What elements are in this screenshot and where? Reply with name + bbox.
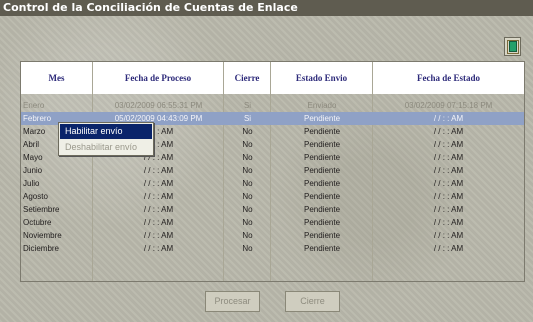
cell-estado-envio: Pendiente (303, 218, 341, 227)
cell-fecha-estado: / / : : AM (433, 179, 464, 188)
context-menu: Habilitar envío Deshabilitar envío (58, 122, 154, 156)
cell-fecha-proceso: / / : : AM (143, 231, 174, 240)
cell-fecha-proceso: 03/02/2009 06:55:31 PM (114, 101, 203, 110)
cell-fecha-estado: / / : : AM (433, 218, 464, 227)
cell-cierre: No (242, 218, 253, 227)
menu-item-deshabilitar-envio[interactable]: Deshabilitar envío (60, 140, 152, 155)
cell-fecha-proceso: / / : : AM (143, 166, 174, 175)
table-row[interactable]: Noviembre / / : : AM No Pendiente / / : … (21, 229, 524, 242)
reconciliation-table[interactable]: Mes Fecha de Proceso Cierre Estado Envio… (20, 61, 525, 282)
cell-mes: Agosto (23, 192, 48, 201)
column-header-estado-envio[interactable]: Estado Envio (271, 62, 373, 94)
cell-mes: Julio (23, 179, 40, 188)
cell-fecha-estado: / / : : AM (433, 166, 464, 175)
cell-mes: Noviembre (23, 231, 62, 240)
column-header-cierre[interactable]: Cierre (224, 62, 271, 94)
cell-estado-envio: Enviado (307, 101, 337, 110)
cell-estado-envio: Pendiente (303, 244, 341, 253)
cell-mes: Setiembre (23, 205, 60, 214)
cell-cierre: No (242, 231, 253, 240)
exit-button[interactable] (504, 37, 521, 56)
column-header-mes[interactable]: Mes (21, 62, 93, 94)
cell-fecha-estado: / / : : AM (433, 205, 464, 214)
cell-cierre: No (242, 244, 253, 253)
cell-fecha-proceso: / / : : AM (143, 205, 174, 214)
cell-mes: Enero (23, 101, 45, 110)
cell-cierre: No (242, 205, 253, 214)
cell-fecha-estado: / / : : AM (433, 244, 464, 253)
cell-fecha-estado: / / : : AM (433, 153, 464, 162)
cell-mes: Octubre (23, 218, 52, 227)
cell-cierre: No (242, 140, 253, 149)
window-title: Control de la Conciliación de Cuentas de… (3, 1, 298, 14)
cell-estado-envio: Pendiente (303, 140, 341, 149)
table-row[interactable]: Agosto / / : : AM No Pendiente / / : : A… (21, 190, 524, 203)
table-row[interactable]: Setiembre / / : : AM No Pendiente / / : … (21, 203, 524, 216)
cell-fecha-estado: / / : : AM (433, 114, 464, 123)
cell-fecha-proceso: / / : : AM (143, 218, 174, 227)
cell-fecha-estado: / / : : AM (433, 127, 464, 136)
menu-item-habilitar-envio[interactable]: Habilitar envío (60, 124, 152, 139)
cell-estado-envio: Pendiente (303, 153, 341, 162)
cell-estado-envio: Pendiente (303, 127, 341, 136)
cell-estado-envio: Pendiente (303, 166, 341, 175)
cierre-button[interactable]: Cierre (285, 291, 340, 312)
column-header-fecha-estado[interactable]: Fecha de Estado (373, 62, 524, 94)
exit-door-icon (509, 41, 517, 52)
table-row[interactable]: Julio / / : : AM No Pendiente / / : : AM (21, 177, 524, 190)
table-row[interactable]: Junio / / : : AM No Pendiente / / : : AM (21, 164, 524, 177)
table-row[interactable]: Diciembre / / : : AM No Pendiente / / : … (21, 242, 524, 255)
table-row[interactable]: Enero 03/02/2009 06:55:31 PM Si Enviado … (21, 99, 524, 112)
cell-cierre: No (242, 166, 253, 175)
cell-fecha-estado: 03/02/2009 07:15:18 PM (404, 101, 493, 110)
cell-cierre: No (242, 179, 253, 188)
cell-fecha-estado: / / : : AM (433, 140, 464, 149)
cell-estado-envio: Pendiente (303, 114, 341, 123)
cell-cierre: No (242, 153, 253, 162)
cell-cierre: No (242, 192, 253, 201)
cell-fecha-proceso: / / : : AM (143, 244, 174, 253)
cell-fecha-proceso: / / : : AM (143, 192, 174, 201)
cell-cierre: Si (243, 101, 252, 110)
cell-estado-envio: Pendiente (303, 205, 341, 214)
cell-fecha-estado: / / : : AM (433, 231, 464, 240)
column-header-fecha-proceso[interactable]: Fecha de Proceso (93, 62, 224, 94)
cell-cierre: Si (243, 114, 252, 123)
cell-fecha-estado: / / : : AM (433, 192, 464, 201)
table-row[interactable]: Octubre / / : : AM No Pendiente / / : : … (21, 216, 524, 229)
procesar-button[interactable]: Procesar (205, 291, 260, 312)
cell-cierre: No (242, 127, 253, 136)
cell-mes: Diciembre (23, 244, 60, 253)
cell-fecha-proceso: / / : : AM (143, 179, 174, 188)
cell-estado-envio: Pendiente (303, 231, 341, 240)
cell-mes: Junio (23, 166, 43, 175)
cell-estado-envio: Pendiente (303, 192, 341, 201)
cell-estado-envio: Pendiente (303, 179, 341, 188)
title-bar: Control de la Conciliación de Cuentas de… (0, 0, 533, 16)
